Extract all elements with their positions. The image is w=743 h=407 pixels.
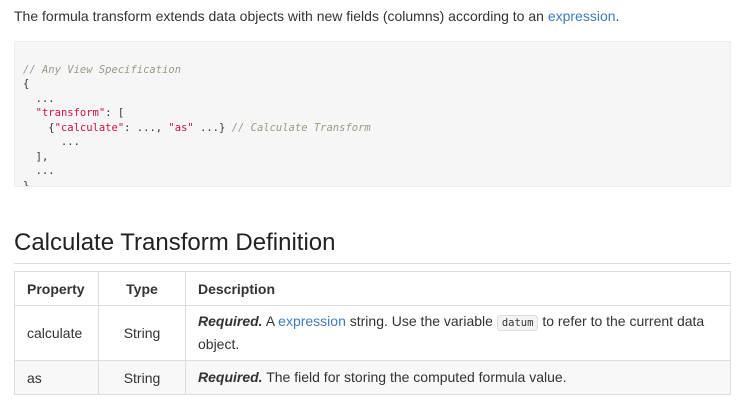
properties-table: Property Type Description calculate Stri… [14,271,731,395]
table-header-row: Property Type Description [14,271,731,306]
code-text: ...} [193,121,232,134]
table-row: as String Required. The field for storin… [14,360,731,395]
code-line-4: "transform": [ [23,106,722,121]
code-line-7: ], [23,150,49,163]
code-line-5: {"calculate": ..., "as" ...} // Calculat… [23,121,722,136]
code-line-1: // Any View Specification [23,63,722,78]
header-type: Type [98,271,186,306]
required-label: Required. [198,369,263,385]
datum-code: datum [496,315,539,331]
header-property: Property [14,271,99,306]
code-block: // Any View Specification { ... "transfor… [14,41,731,187]
code-string: "transform" [35,107,106,119]
expression-link[interactable]: expression [278,313,346,329]
intro-text-before: The formula transform extends data objec… [14,8,548,24]
intro-text-after: . [615,8,620,24]
code-comment: // Calculate Transform [231,121,371,134]
description-cell: Required. A expression string. Use the v… [185,305,731,361]
heading-divider [14,263,731,264]
intro-paragraph: The formula transform extends data objec… [14,6,619,26]
description-text: A [262,313,279,329]
type-cell: String [98,360,186,395]
code-line-8: ... [23,165,55,177]
header-description: Description [185,271,731,306]
description-cell: Required. The field for storing the comp… [185,360,731,395]
type-cell: String [98,305,186,361]
code-string: "as" [168,121,194,134]
code-line-3: ... [23,92,55,105]
code-text: : ..., [124,121,169,134]
property-cell: as [14,360,99,395]
required-label: Required. [198,313,263,329]
code-line-9: } [23,179,30,187]
code-comment: // Any View Specification [23,63,182,76]
code-text: : [ [105,107,125,119]
description-text: The field for storing the computed formu… [262,369,567,385]
code-line-6: ... [23,136,80,148]
code-text: { [23,121,55,134]
expression-link[interactable]: expression [548,8,616,24]
description-text: string. Use the variable [345,313,497,329]
code-string: "calculate" [54,121,125,134]
property-cell: calculate [14,305,99,361]
section-heading: Calculate Transform Definition [14,229,336,256]
code-line-2: { [23,78,30,90]
table-row: calculate String Required. A expression … [14,305,731,361]
